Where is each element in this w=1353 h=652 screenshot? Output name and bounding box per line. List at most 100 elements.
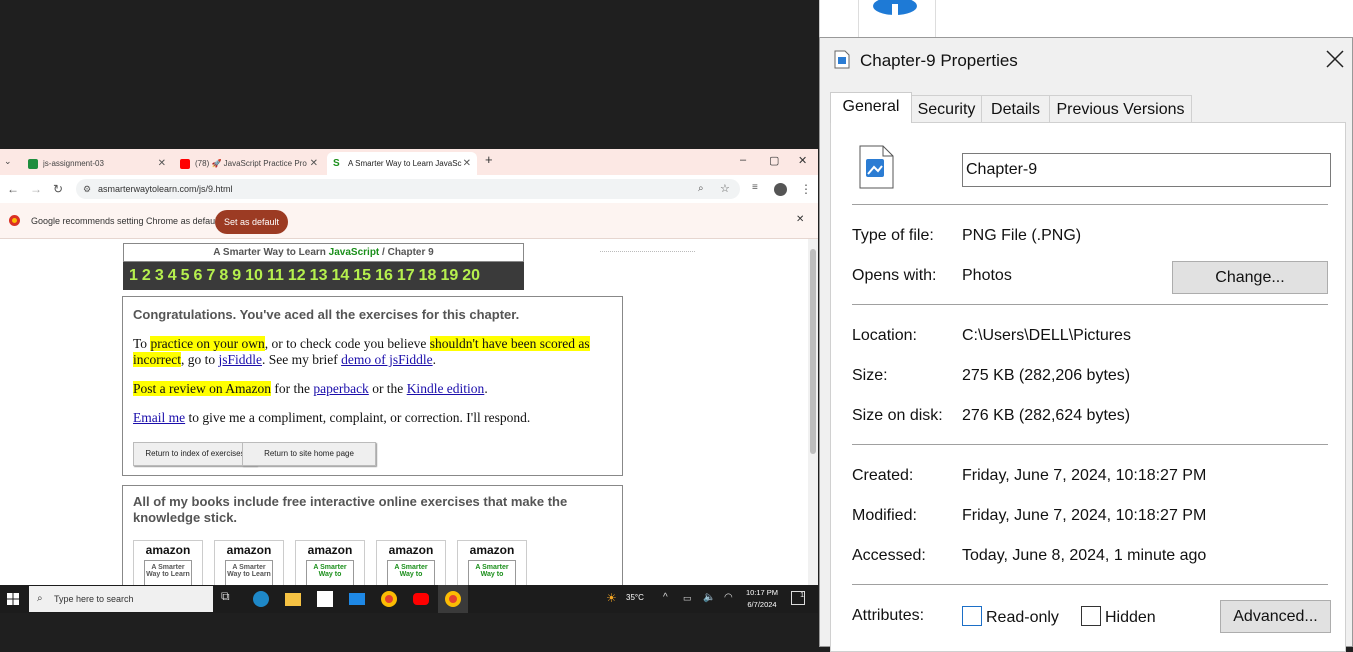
chapter-link[interactable]: 2 — [142, 267, 151, 285]
minimize-button[interactable]: – — [740, 154, 746, 166]
accessed-value: Today, June 8, 2024, 1 minute ago — [962, 547, 1207, 564]
chapter-link[interactable]: 17 — [397, 267, 415, 285]
chrome-active-taskbar-icon[interactable] — [438, 585, 468, 613]
address-bar[interactable]: ⚙ asmarterwaytolearn.com/js/9.html ⌕ ☆ — [76, 179, 740, 199]
notification-icon[interactable]: 1 — [791, 591, 805, 605]
file-explorer-icon[interactable] — [285, 593, 301, 606]
chapter-link[interactable]: 19 — [440, 267, 458, 285]
chrome-taskbar-icon[interactable] — [381, 591, 397, 607]
temperature[interactable]: 35°C — [626, 593, 644, 602]
clock-time: 10:17 PM — [745, 588, 779, 597]
tab-smarter-way[interactable]: S A Smarter Way to Learn JavaSc ✕ — [327, 152, 477, 175]
menu-icon[interactable]: ⋮ — [800, 182, 812, 196]
set-as-default-button[interactable]: Set as default — [215, 210, 288, 234]
tab-general[interactable]: General — [830, 92, 912, 123]
book-item[interactable]: amazon A Smarter Way to — [457, 540, 527, 585]
chapter-link[interactable]: 20 — [462, 267, 480, 285]
chapter-link[interactable]: 15 — [353, 267, 371, 285]
created-value: Friday, June 7, 2024, 10:18:27 PM — [962, 467, 1207, 484]
weather-icon[interactable]: ☀ — [606, 591, 617, 605]
explorer-ribbon-item[interactable] — [858, 0, 936, 37]
mail-icon[interactable] — [349, 593, 365, 605]
chapter-link[interactable]: 5 — [181, 267, 190, 285]
maximize-button[interactable]: ▢ — [769, 154, 779, 167]
edge-icon[interactable] — [253, 591, 269, 607]
chapter-link[interactable]: 16 — [375, 267, 393, 285]
return-home-button[interactable]: Return to site home page — [242, 442, 376, 466]
taskbar-clock[interactable]: 10:17 PM 6/7/2024 — [740, 587, 784, 611]
tab-js-assignment[interactable]: js-assignment-03 ✕ — [22, 152, 172, 175]
task-view-icon[interactable]: ⧉ — [221, 589, 241, 609]
new-tab-button[interactable]: + — [485, 152, 493, 167]
scrollbar-thumb[interactable] — [810, 249, 816, 454]
forward-icon[interactable]: → — [30, 182, 42, 196]
tab-strip: ⌄ js-assignment-03 ✕ (78) 🚀 JavaScript P… — [0, 149, 818, 175]
wifi-icon[interactable]: ◠ — [724, 592, 733, 603]
store-icon[interactable] — [317, 591, 333, 607]
site-info-icon[interactable]: ⚙ — [83, 179, 91, 199]
tab-details[interactable]: Details — [981, 95, 1050, 122]
notification-count: 1 — [800, 592, 804, 599]
book-item[interactable]: amazon A Smarter Way to — [376, 540, 446, 585]
tab-security[interactable]: Security — [911, 95, 982, 122]
explorer-background — [819, 0, 1353, 37]
battery-icon[interactable]: ▭ — [683, 593, 692, 604]
chapter-link[interactable]: 10 — [245, 267, 263, 285]
file-name-input[interactable] — [962, 153, 1331, 187]
chapter-link[interactable]: 18 — [419, 267, 437, 285]
book-item[interactable]: amazon A Smarter Way to Learn — [214, 540, 284, 585]
hidden-checkbox[interactable] — [1081, 606, 1101, 626]
tab-previous-versions[interactable]: Previous Versions — [1049, 95, 1192, 122]
chapter-link[interactable]: 12 — [288, 267, 306, 285]
change-button[interactable]: Change... — [1172, 261, 1328, 294]
chrome-icon — [9, 215, 20, 226]
chapter-link[interactable]: 6 — [194, 267, 203, 285]
divider — [852, 304, 1328, 305]
modified-label: Modified: — [852, 507, 917, 524]
chapter-link[interactable]: 8 — [219, 267, 228, 285]
chapter-link[interactable]: 13 — [310, 267, 328, 285]
back-icon[interactable]: ← — [7, 182, 19, 196]
email-link[interactable]: Email me — [133, 410, 185, 425]
jsfiddle-link[interactable]: jsFiddle — [218, 352, 262, 367]
taskbar-search-input[interactable]: ⌕ Type here to search — [29, 586, 213, 612]
advanced-button[interactable]: Advanced... — [1220, 600, 1331, 633]
volume-icon[interactable]: 🔈 — [703, 592, 715, 603]
modified-value: Friday, June 7, 2024, 10:18:27 PM — [962, 507, 1207, 524]
tab-close-icon[interactable]: ✕ — [158, 158, 166, 169]
bookmark-star-icon[interactable]: ☆ — [720, 179, 730, 199]
windows-start-icon[interactable] — [7, 592, 19, 605]
profile-avatar[interactable] — [774, 183, 787, 196]
chapter-link[interactable]: 7 — [206, 267, 215, 285]
page-scrollbar[interactable] — [808, 239, 818, 585]
close-window-button[interactable]: ✕ — [798, 154, 807, 167]
youtube-taskbar-icon[interactable] — [413, 593, 429, 605]
read-only-checkbox[interactable] — [962, 606, 982, 626]
infobar-close-icon[interactable]: ✕ — [796, 214, 804, 225]
web-page: A Smarter Way to Learn JavaScript / Chap… — [0, 239, 808, 585]
chapter-link[interactable]: 11 — [267, 267, 284, 285]
chapter-link[interactable]: 3 — [155, 267, 164, 285]
dialog-close-icon[interactable] — [1326, 48, 1344, 74]
kindle-link[interactable]: Kindle edition — [407, 381, 485, 396]
jsfiddle-demo-link[interactable]: demo of jsFiddle — [341, 352, 433, 367]
paperback-link[interactable]: paperback — [313, 381, 368, 396]
tab-title: js-assignment-03 — [43, 159, 104, 168]
return-index-button[interactable]: Return to index of exercises — [133, 442, 257, 466]
tab-close-icon[interactable]: ✕ — [310, 158, 318, 169]
book-item[interactable]: amazon A Smarter Way to — [295, 540, 365, 585]
media-control-icon[interactable]: ≡ — [752, 182, 758, 193]
png-file-icon — [834, 50, 850, 69]
chapter-link[interactable]: 4 — [168, 267, 177, 285]
chevron-up-icon[interactable]: ^ — [663, 592, 668, 603]
tab-youtube[interactable]: (78) 🚀 JavaScript Practice Pro ✕ — [174, 152, 324, 175]
chapter-link[interactable]: 14 — [331, 267, 349, 285]
tab-search-icon[interactable]: ⌄ — [4, 156, 12, 167]
chapter-link[interactable]: 9 — [232, 267, 241, 285]
book-item[interactable]: amazon A Smarter Way to Learn — [133, 540, 203, 585]
chapter-link[interactable]: 1 — [129, 267, 138, 285]
size-on-disk-value: 276 KB (282,624 bytes) — [962, 407, 1131, 424]
tab-close-icon[interactable]: ✕ — [463, 158, 471, 169]
reload-icon[interactable]: ↻ — [53, 182, 63, 196]
zoom-icon[interactable]: ⌕ — [698, 179, 704, 199]
